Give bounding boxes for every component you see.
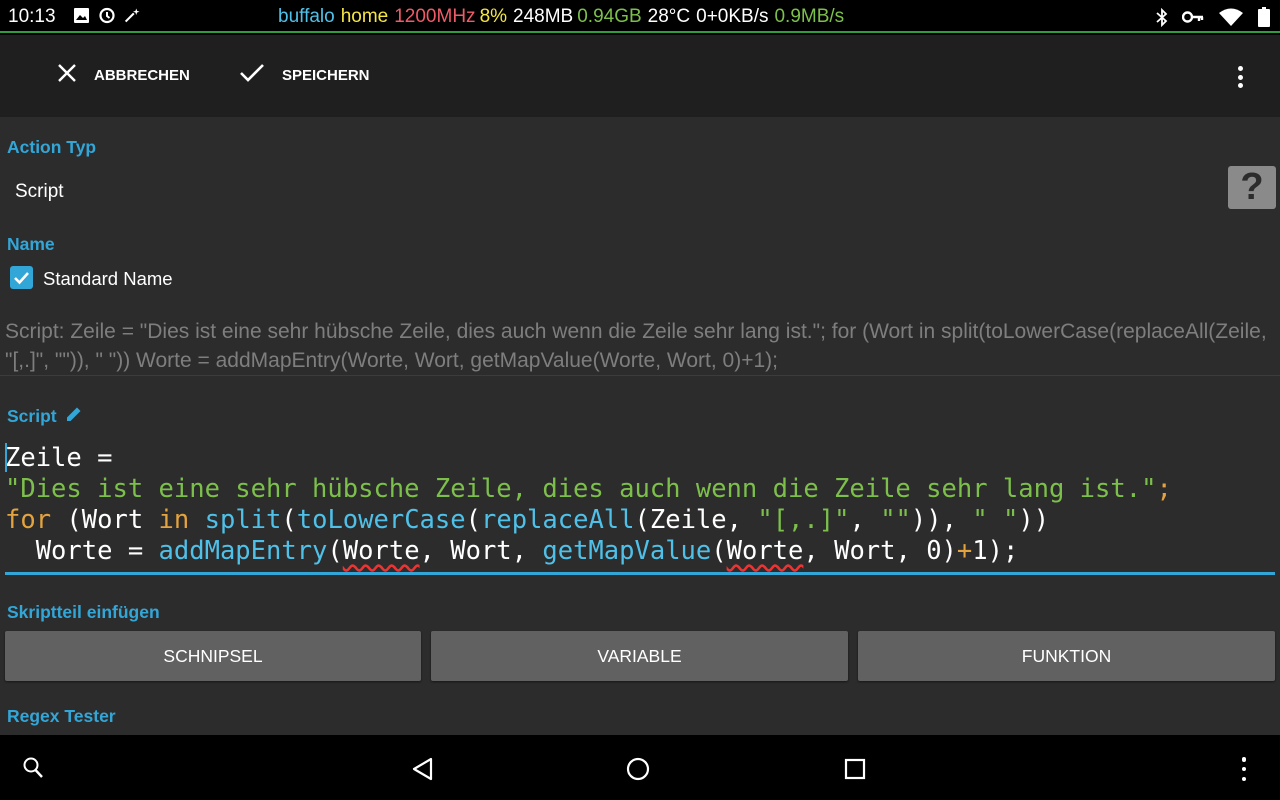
function-button[interactable]: FUNKTION xyxy=(858,631,1275,681)
battery-icon xyxy=(1258,7,1270,32)
action-bar: ABBRECHEN SPEICHERN xyxy=(0,35,1280,117)
overflow-menu-icon[interactable] xyxy=(1228,63,1252,91)
pencil-icon[interactable] xyxy=(65,405,83,428)
script-token: ( xyxy=(465,505,481,535)
action-editor-form: Action Typ Script ? Name Standard Name S… xyxy=(0,117,1280,735)
status-info-temperature: 28°C xyxy=(647,6,691,27)
variable-button[interactable]: VARIABLE xyxy=(431,631,848,681)
script-token: "Dies ist eine sehr hübsche Zeile, dies … xyxy=(5,474,1157,504)
snippet-button[interactable]: SCHNIPSEL xyxy=(5,631,421,681)
script-line: Zeile = xyxy=(5,443,1275,474)
script-token: Worte xyxy=(726,536,804,566)
script-token: Worte = xyxy=(5,536,159,566)
action-description: Script: Zeile = "Dies ist eine sehr hübs… xyxy=(5,320,1267,372)
status-info-cpu-freq: 1200MHz xyxy=(394,6,476,27)
status-info-network: home xyxy=(340,6,389,27)
check-icon xyxy=(238,62,266,88)
standard-name-label[interactable]: Standard Name xyxy=(43,268,173,290)
script-token: + xyxy=(956,536,973,566)
recents-icon[interactable] xyxy=(840,755,870,783)
script-label-row: Script xyxy=(7,405,83,428)
script-token: in xyxy=(158,505,190,535)
script-token: )), xyxy=(910,505,973,535)
script-label: Script xyxy=(7,406,57,426)
status-notification-icons xyxy=(72,6,142,24)
script-token: replaceAll xyxy=(480,505,635,535)
status-system-info: buffalo home 1200MHz 8% 248MB 0.94GB 28°C 0+0KB… xyxy=(278,6,850,28)
script-token: )) xyxy=(1018,505,1050,535)
script-token: addMapEntry xyxy=(158,536,328,566)
image-icon xyxy=(72,6,90,24)
script-token: ; xyxy=(1156,474,1172,504)
action-type-label: Action Typ xyxy=(7,137,97,157)
script-token: "[,.]" xyxy=(757,505,850,535)
cancel-button-label: ABBRECHEN xyxy=(94,66,190,84)
divider xyxy=(0,375,1280,376)
home-icon[interactable] xyxy=(623,755,653,783)
script-token: split xyxy=(204,505,282,535)
search-icon[interactable] xyxy=(20,755,46,781)
script-token: (Wort xyxy=(51,505,159,535)
status-info-traffic: 0+0KB/s xyxy=(696,6,769,27)
navigation-bar xyxy=(0,735,1280,800)
help-icon[interactable]: ? xyxy=(1228,166,1276,209)
script-line: Worte = addMapEntry(Worte, Wort, getMapV… xyxy=(5,536,1275,567)
standard-name-checkbox[interactable] xyxy=(10,266,33,289)
script-token: toLowerCase xyxy=(296,505,466,535)
cancel-button[interactable]: ABBRECHEN xyxy=(56,59,190,91)
script-token: Worte xyxy=(342,536,420,566)
save-button-label: SPEICHERN xyxy=(282,66,370,84)
script-token: , Wort, xyxy=(419,536,543,566)
sparkle-icon xyxy=(124,6,142,24)
alarm-icon xyxy=(98,6,116,24)
script-token: getMapValue xyxy=(542,536,712,566)
status-system-icons xyxy=(1156,7,1270,32)
script-line: "Dies ist eine sehr hübsche Zeile, dies … xyxy=(5,474,1275,505)
status-info-storage: 0.94GB xyxy=(577,6,642,27)
text-cursor xyxy=(5,443,7,472)
script-token: (Zeile, xyxy=(634,505,758,535)
bluetooth-icon xyxy=(1156,7,1168,32)
status-info-speed: 0.9MB/s xyxy=(774,6,845,27)
status-info-hostname: buffalo xyxy=(278,6,335,27)
script-token xyxy=(189,505,204,535)
script-token: for xyxy=(5,505,52,535)
script-token: , xyxy=(849,505,881,535)
save-button[interactable]: SPEICHERN xyxy=(238,59,370,91)
script-editor-underline xyxy=(5,572,1275,575)
script-token: Zeile = xyxy=(5,443,128,473)
script-token: ( xyxy=(711,536,727,566)
status-bar: 10:13 buffalo home 1200MHz 8% 248MB 0.94GB 28°… xyxy=(0,0,1280,33)
overflow-menu-icon[interactable] xyxy=(1232,755,1256,783)
back-icon[interactable] xyxy=(408,755,438,783)
script-token: " " xyxy=(972,505,1019,535)
wifi-icon xyxy=(1218,8,1244,32)
status-info-cpu-load: 8% xyxy=(479,6,508,27)
insert-script-part-label: Skriptteil einfügen xyxy=(7,602,160,622)
status-time: 10:13 xyxy=(8,6,56,27)
script-token: ( xyxy=(281,505,297,535)
script-token: , Wort, 0) xyxy=(803,536,957,566)
script-token: "" xyxy=(880,505,911,535)
script-token: ( xyxy=(327,536,343,566)
script-line: for (Wort in split(toLowerCase(replaceAl… xyxy=(5,505,1275,536)
script-token: 1); xyxy=(972,536,1019,566)
close-icon xyxy=(56,62,78,88)
status-info-ram: 248MB xyxy=(513,6,574,27)
script-editor[interactable]: Zeile = "Dies ist eine sehr hübsche Zeil… xyxy=(5,443,1275,575)
name-label: Name xyxy=(7,234,55,254)
regex-tester-label[interactable]: Regex Tester xyxy=(7,706,116,727)
key-icon xyxy=(1181,10,1204,29)
action-type-value[interactable]: Script xyxy=(15,181,64,203)
